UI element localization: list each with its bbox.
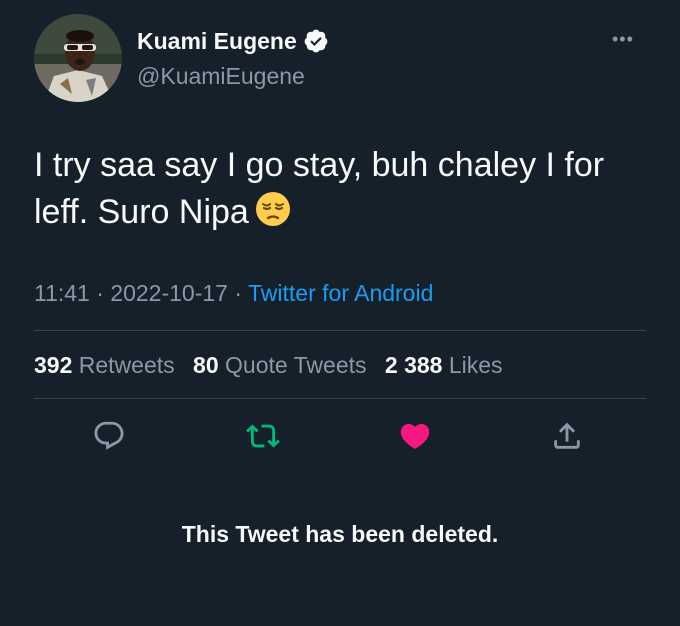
retweets-label: Retweets <box>78 352 175 378</box>
tweet-text-line-2: leff. Suro Nipa <box>34 189 654 236</box>
author-handle[interactable]: @KuamiEugene <box>137 62 305 90</box>
reply-icon[interactable] <box>92 419 126 453</box>
tweet-text: I try saa say I go stay, buh chaley I fo… <box>34 142 654 236</box>
likes-label: Likes <box>448 352 503 378</box>
share-icon[interactable] <box>550 419 584 453</box>
more-options-icon[interactable]: ••• <box>612 30 634 48</box>
tweet-time[interactable]: 11:41 <box>34 280 90 306</box>
retweets-count: 392 <box>34 352 73 378</box>
engagement-stats: 392 Retweets 80 Quote Tweets 2 388 Likes <box>34 351 503 379</box>
meta-separator-2: · <box>234 280 243 306</box>
heart-icon[interactable] <box>398 419 432 453</box>
divider-top <box>34 330 646 331</box>
tweet-text-line-1: I try saa say I go stay, buh chaley I fo… <box>34 146 605 184</box>
retweets-stat[interactable]: 392 Retweets <box>34 352 175 378</box>
likes-count: 2 388 <box>384 352 443 378</box>
profile-photo <box>34 14 122 102</box>
divider-bottom <box>34 398 646 399</box>
tweet-text-line-2-words: leff. Suro Nipa <box>34 193 249 231</box>
tweet-date[interactable]: 2022-10-17 <box>110 280 228 306</box>
likes-stat[interactable]: 2 388 Likes <box>385 352 503 378</box>
pensive-face-emoji <box>255 192 290 226</box>
verified-badge-icon <box>304 29 328 53</box>
quote-tweets-stat[interactable]: 80 Quote Tweets <box>193 352 366 378</box>
author-name[interactable]: Kuami Eugene <box>137 27 329 55</box>
tweet-metadata: 11:41 · 2022-10-17 · Twitter for Android <box>34 279 433 307</box>
avatar[interactable] <box>34 14 122 102</box>
quote-tweets-label: Quote Tweets <box>225 352 367 378</box>
meta-separator: · <box>96 280 104 306</box>
quote-tweets-count: 80 <box>193 352 219 378</box>
author-display-name[interactable]: Kuami Eugene <box>137 27 297 55</box>
retweet-icon[interactable] <box>246 419 280 453</box>
tweet-source-link[interactable]: Twitter for Android <box>248 280 433 306</box>
deleted-notice: This Tweet has been deleted. <box>181 521 499 547</box>
